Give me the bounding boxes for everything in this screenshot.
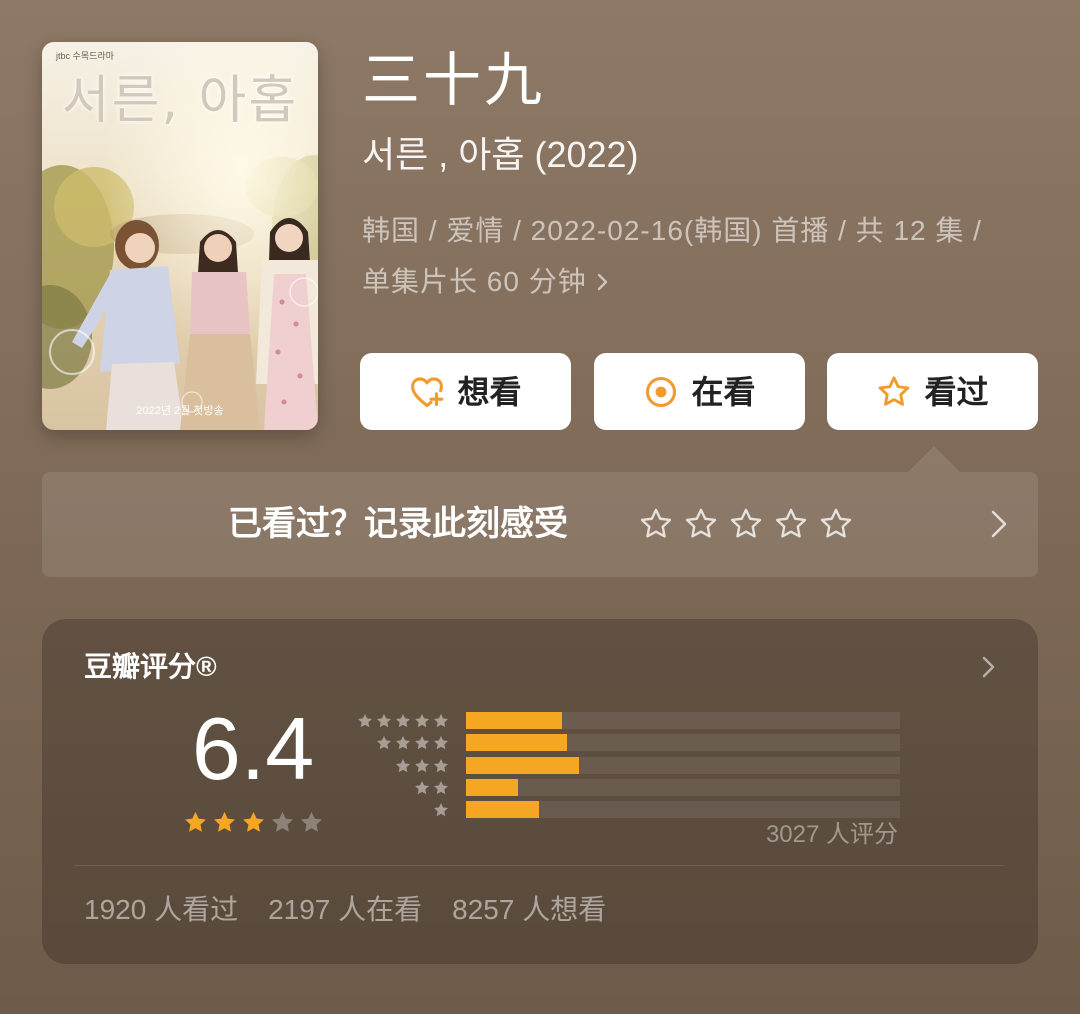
rating-row-stars: [342, 757, 450, 775]
small-star-icon: [377, 713, 391, 728]
rating-row-stars: [342, 779, 450, 797]
want-to-watch-button[interactable]: 想看: [360, 353, 571, 430]
rating-row-stars: [342, 712, 450, 730]
small-star-icon: [396, 758, 410, 773]
score-stars: [163, 809, 343, 836]
douban-rating-card[interactable]: 豆瓣评分® 6.4 3027 人评分 1920 人看过 2197 人在看 825…: [42, 619, 1038, 964]
small-star-icon: [434, 735, 448, 750]
rating-bar-track: [466, 757, 900, 774]
meta-line-2[interactable]: 单集片长 60 分钟: [362, 256, 1038, 307]
original-title: 서른 , 아홉 (2022): [362, 134, 639, 175]
small-star-icon: [434, 713, 448, 728]
watched-button[interactable]: 看过: [827, 353, 1038, 430]
rating-bar-track: [466, 712, 900, 729]
rating-score: 6.4: [191, 699, 315, 798]
poster[interactable]: jtbc 수목드라마 서른, 아홉 2022년 2월 첫방송: [42, 42, 318, 430]
meta-info[interactable]: 韩国 / 爱情 / 2022-02-16(韩国) 首播 / 共 12 集 / 单…: [362, 205, 1038, 307]
rating-row-4-star: [342, 734, 902, 752]
poster-caption: 2022년 2월 첫방송: [136, 405, 224, 417]
score-star-filled-icon: [242, 811, 264, 832]
small-star-icon: [415, 758, 429, 773]
rate-star-icon[interactable]: [773, 506, 809, 542]
rate-star-icon[interactable]: [728, 506, 764, 542]
small-star-icon: [358, 713, 372, 728]
rating-bar-fill: [466, 779, 518, 796]
small-star-icon: [434, 802, 448, 817]
chevron-right-icon[interactable]: [988, 506, 1010, 542]
small-star-icon: [415, 780, 429, 795]
rating-row-2-star: [342, 779, 902, 797]
score-star-empty-icon: [271, 811, 293, 832]
rate-star-icon[interactable]: [818, 506, 854, 542]
score-block: 6.4: [163, 705, 343, 836]
chevron-right-icon: [597, 273, 607, 290]
poster-title: 서른, 아홉: [61, 71, 299, 131]
rating-bar-track: [466, 779, 900, 796]
rating-row-stars: [342, 801, 450, 819]
score-star-filled-icon: [184, 811, 206, 832]
rating-bar-fill: [466, 801, 539, 818]
rating-row-stars: [342, 734, 450, 752]
watched-count[interactable]: 1920 人看过: [84, 890, 238, 930]
rating-bar-track: [466, 734, 900, 751]
small-star-icon: [434, 780, 448, 795]
small-star-icon: [377, 735, 391, 750]
rating-distribution: [342, 712, 902, 822]
poster-network-logo: jtbc 수목드라마: [56, 51, 114, 61]
rating-bar-fill: [466, 734, 567, 751]
divider: [74, 865, 1004, 866]
rate-star-icon[interactable]: [683, 506, 719, 542]
watching-count[interactable]: 2197 人在看: [268, 890, 422, 930]
rating-bar-track: [466, 801, 900, 818]
rating-row-5-star: [342, 712, 902, 730]
score-star-empty-icon: [300, 811, 322, 832]
small-star-icon: [415, 735, 429, 750]
want-count[interactable]: 8257 人想看: [452, 890, 606, 930]
watched-label: 看过: [924, 373, 989, 410]
heart-plus-icon: [411, 376, 444, 407]
rating-count: 3027 人评分: [765, 821, 898, 848]
target-icon: [646, 376, 677, 407]
rating-row-1-star: [342, 801, 902, 819]
small-star-icon: [415, 713, 429, 728]
rating-bar-fill: [466, 757, 579, 774]
meta-line-2-text: 单集片长 60 分钟: [362, 266, 587, 297]
chevron-right-icon[interactable]: [980, 653, 998, 681]
small-star-icon: [396, 713, 410, 728]
star-outline-icon: [879, 375, 910, 406]
watch-stats: 1920 人看过 2197 人在看 8257 人想看: [84, 890, 606, 930]
rate-stars[interactable]: [638, 506, 854, 542]
rating-row-3-star: [342, 757, 902, 775]
page-title: 三十九: [362, 48, 546, 113]
watching-label: 在看: [691, 373, 756, 410]
small-star-icon: [434, 758, 448, 773]
watching-button[interactable]: 在看: [594, 353, 805, 430]
want-to-watch-label: 想看: [457, 373, 522, 410]
rate-star-icon[interactable]: [638, 506, 674, 542]
rate-prompt[interactable]: 已看过？记录此刻感受: [42, 472, 1038, 577]
rating-label: 豆瓣评分®: [84, 651, 217, 682]
small-star-icon: [396, 735, 410, 750]
prompt-pointer: [908, 446, 960, 472]
meta-line-1: 韩国 / 爱情 / 2022-02-16(韩国) 首播 / 共 12 集 /: [362, 215, 982, 246]
action-buttons: 想看 在看 看过: [360, 353, 1038, 430]
rate-prompt-text: 已看过？记录此刻感受: [228, 505, 568, 543]
rating-bar-fill: [466, 712, 562, 729]
score-star-filled-icon: [213, 811, 235, 832]
